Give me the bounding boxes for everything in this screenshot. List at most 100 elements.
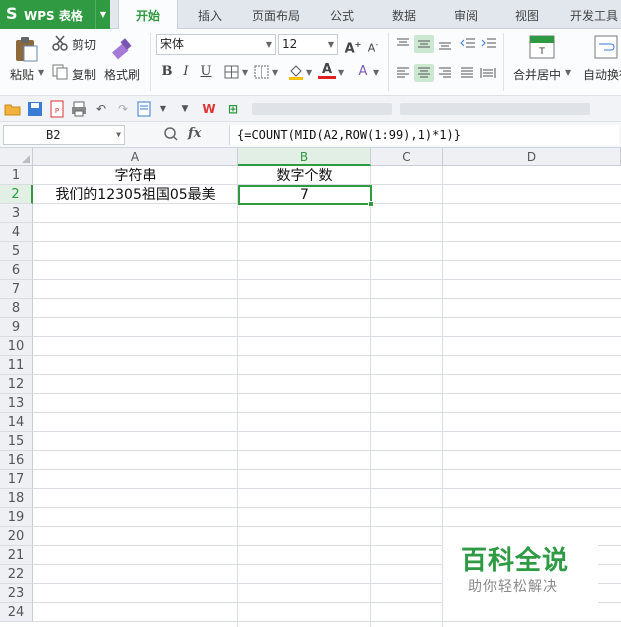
copy-icon[interactable]: [52, 64, 68, 80]
align-center-icon[interactable]: [416, 66, 432, 80]
font-name-select[interactable]: 宋体 ▼: [156, 34, 276, 55]
increase-font-size-icon[interactable]: A+: [344, 36, 362, 56]
font-color-button[interactable]: A: [318, 62, 336, 79]
row-gridline: [33, 469, 621, 470]
borders-icon[interactable]: [224, 65, 240, 80]
row-header[interactable]: 3: [0, 204, 33, 223]
fill-pattern-dropdown-icon[interactable]: ▼: [272, 68, 278, 77]
tab-review[interactable]: 审阅: [454, 0, 478, 29]
cell-a1[interactable]: 字符串: [33, 167, 238, 186]
export-pdf-icon[interactable]: P: [48, 100, 66, 118]
row-header[interactable]: 14: [0, 413, 33, 432]
column-header-a[interactable]: A: [33, 148, 238, 166]
app-menu-dropdown-icon[interactable]: ▼: [95, 0, 110, 29]
column-header-d[interactable]: D: [443, 148, 621, 166]
formula-input[interactable]: {=COUNT(MID(A2,ROW(1:99),1)*1)}: [229, 125, 619, 145]
qat-dropdown-icon[interactable]: ▼: [154, 100, 172, 118]
fill-color-dropdown-icon[interactable]: ▼: [306, 68, 312, 77]
row-header[interactable]: 17: [0, 470, 33, 489]
tab-formulas[interactable]: 公式: [330, 0, 354, 29]
save-icon[interactable]: [26, 100, 44, 118]
insert-function-button[interactable]: fx: [188, 126, 201, 141]
tab-data[interactable]: 数据: [392, 0, 416, 29]
row-header[interactable]: 2: [0, 185, 33, 204]
cut-button[interactable]: 剪切: [72, 36, 96, 53]
name-box[interactable]: B2 ▼: [3, 125, 125, 145]
wrap-text-button[interactable]: 自动换行: [583, 66, 621, 83]
paste-icon[interactable]: [12, 35, 40, 63]
row-header[interactable]: 9: [0, 318, 33, 337]
scissors-icon[interactable]: [52, 35, 68, 51]
merge-center-button[interactable]: 合并居中: [513, 66, 561, 83]
tab-insert[interactable]: 插入: [198, 0, 222, 29]
customize-qat-icon[interactable]: ▼: [176, 100, 194, 118]
tab-view[interactable]: 视图: [515, 0, 539, 29]
row-header[interactable]: 20: [0, 527, 33, 546]
undo-icon[interactable]: ↶: [92, 100, 110, 118]
align-right-icon[interactable]: [437, 66, 453, 80]
fill-color-icon[interactable]: [288, 63, 304, 81]
row-header[interactable]: 12: [0, 375, 33, 394]
decrease-font-size-icon[interactable]: A-: [364, 36, 382, 55]
print-preview-icon[interactable]: [136, 100, 154, 118]
tab-home[interactable]: 开始: [118, 0, 178, 30]
align-left-icon[interactable]: [395, 66, 411, 80]
row-header[interactable]: 1: [0, 166, 33, 185]
row-header[interactable]: 21: [0, 546, 33, 565]
paste-button[interactable]: 粘贴: [10, 66, 34, 83]
print-icon[interactable]: [70, 100, 88, 118]
font-size-select[interactable]: 12 ▼: [278, 34, 338, 55]
distributed-align-icon[interactable]: [480, 66, 496, 80]
format-painter-button[interactable]: 格式刷: [104, 66, 140, 83]
row-header[interactable]: 13: [0, 394, 33, 413]
align-middle-icon[interactable]: [416, 37, 432, 51]
row-header[interactable]: 22: [0, 565, 33, 584]
cell-a2[interactable]: 我们的12305祖国05最美: [33, 186, 238, 205]
format-painter-icon[interactable]: [109, 35, 135, 61]
increase-indent-icon[interactable]: [481, 37, 497, 51]
share-icon[interactable]: ⊞: [224, 100, 242, 118]
tab-page-layout[interactable]: 页面布局: [252, 0, 300, 29]
row-header[interactable]: 10: [0, 337, 33, 356]
redo-icon[interactable]: ↷: [114, 100, 132, 118]
wrap-text-icon[interactable]: [594, 35, 618, 59]
copy-button[interactable]: 复制: [72, 66, 96, 83]
clear-format-icon[interactable]: A: [354, 63, 372, 81]
column-header-c[interactable]: C: [371, 148, 443, 166]
open-folder-icon[interactable]: [4, 100, 22, 118]
row-header[interactable]: 15: [0, 432, 33, 451]
borders-dropdown-icon[interactable]: ▼: [242, 68, 248, 77]
row-header[interactable]: 11: [0, 356, 33, 375]
cell-b1[interactable]: 数字个数: [238, 167, 371, 186]
row-header[interactable]: 18: [0, 489, 33, 508]
font-color-dropdown-icon[interactable]: ▼: [338, 68, 344, 77]
align-top-icon[interactable]: [395, 37, 411, 51]
clear-format-dropdown-icon[interactable]: ▼: [373, 68, 379, 77]
row-header[interactable]: 19: [0, 508, 33, 527]
column-header-b[interactable]: B: [238, 148, 371, 166]
app-menu-button[interactable]: S WPS 表格 ▼: [0, 0, 110, 29]
merge-dropdown-icon[interactable]: ▼: [565, 68, 571, 77]
fill-handle[interactable]: [368, 201, 374, 207]
justify-icon[interactable]: [459, 66, 475, 80]
row-header[interactable]: 23: [0, 584, 33, 603]
decrease-indent-icon[interactable]: [460, 37, 476, 51]
row-header[interactable]: 24: [0, 603, 33, 622]
row-header[interactable]: 7: [0, 280, 33, 299]
row-header[interactable]: 6: [0, 261, 33, 280]
wps-cloud-icon[interactable]: W: [200, 100, 218, 118]
row-header[interactable]: 5: [0, 242, 33, 261]
italic-button[interactable]: I: [177, 63, 195, 81]
merge-center-icon[interactable]: T: [529, 35, 555, 59]
paste-dropdown-icon[interactable]: ▼: [38, 68, 44, 77]
row-header[interactable]: 8: [0, 299, 33, 318]
underline-button[interactable]: U: [197, 63, 215, 81]
bold-button[interactable]: B: [158, 63, 176, 81]
select-all-corner[interactable]: [0, 148, 33, 166]
zoom-search-icon[interactable]: [163, 126, 179, 142]
align-bottom-icon[interactable]: [437, 37, 453, 51]
row-header[interactable]: 4: [0, 223, 33, 242]
row-header[interactable]: 16: [0, 451, 33, 470]
fill-pattern-icon[interactable]: [254, 65, 270, 80]
tab-developer[interactable]: 开发工具: [570, 0, 618, 29]
